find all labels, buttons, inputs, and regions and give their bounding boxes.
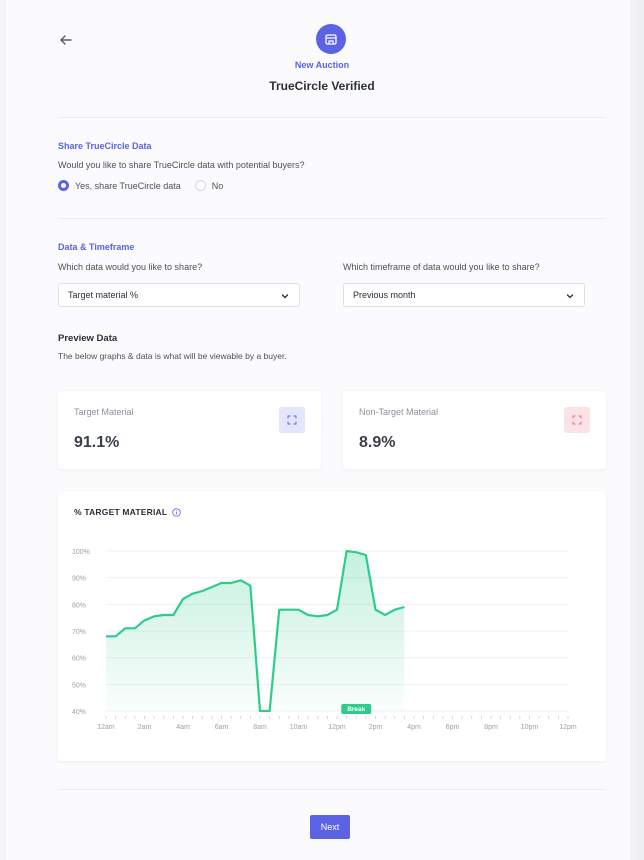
target-material-chart-card: % TARGET MATERIAL 40% 50% 60% 70% 80% 90% 100%…: [58, 491, 606, 761]
y-tick-label: 90%: [72, 576, 86, 583]
y-tick-label: 70%: [72, 629, 86, 636]
y-tick-label: 40%: [72, 709, 86, 716]
share-heading: Share TrueCircle Data: [58, 141, 152, 151]
target-material-value: 91.1%: [74, 434, 120, 451]
radio-no[interactable]: [194, 180, 206, 191]
preview-subtitle: The below graphs & data is what will be …: [58, 351, 287, 361]
data-question: Which data would you like to share?: [58, 262, 203, 272]
y-tick-label: 60%: [72, 656, 86, 663]
divider: [58, 117, 606, 118]
store-icon: [325, 34, 337, 45]
x-tick-label: 6am: [215, 724, 229, 731]
back-arrow-icon[interactable]: [58, 32, 74, 48]
y-tick-label: 100%: [72, 549, 90, 556]
x-tick-label: 12pm: [559, 724, 577, 731]
data-select-value: Target material %: [68, 290, 139, 300]
break-label: Break: [347, 706, 365, 713]
share-question: Would you like to share TrueCircle data …: [58, 160, 305, 170]
x-tick-label: 2pm: [369, 724, 383, 731]
x-tick-label: 10pm: [521, 724, 539, 731]
non-target-material-label: Non-Target Material: [359, 407, 439, 417]
expand-button[interactable]: [564, 407, 590, 433]
x-tick-label: 2am: [138, 724, 152, 731]
store-logo: [316, 24, 346, 54]
x-tick-label: 4pm: [407, 724, 421, 731]
data-timeframe-heading: Data & Timeframe: [58, 242, 135, 252]
y-tick-label: 50%: [72, 682, 86, 689]
non-target-material-value: 8.9%: [359, 434, 396, 451]
non-target-material-card: Non-Target Material 8.9%: [343, 391, 606, 469]
chevron-down-icon: [281, 294, 289, 299]
x-tick-label: 8pm: [484, 724, 498, 731]
expand-icon: [572, 415, 582, 425]
divider: [58, 789, 606, 790]
x-tick-label: 8am: [253, 724, 267, 731]
divider: [58, 218, 606, 219]
target-material-label: Target Material: [74, 407, 134, 417]
right-edge-strip: [630, 0, 644, 860]
data-select[interactable]: Target material %: [58, 283, 300, 307]
x-tick-label: 4am: [176, 724, 190, 731]
area-chart: 40% 50% 60% 70% 80% 90% 100% 12am 2am 4am 6am 8am 10…: [72, 549, 577, 731]
share-radio-group: Yes, share TrueCircle data No: [58, 180, 223, 191]
expand-icon: [287, 415, 297, 425]
timeframe-question: Which timeframe of data would you like t…: [343, 262, 540, 272]
expand-button[interactable]: [279, 407, 305, 433]
x-tick-label: 12pm: [328, 724, 346, 731]
x-tick-label: 6pm: [446, 724, 460, 731]
next-button[interactable]: Next: [310, 815, 350, 839]
page-title: TrueCircle Verified: [269, 79, 375, 93]
timeframe-select-value: Previous month: [353, 290, 416, 300]
x-tick-label: 10am: [290, 724, 308, 731]
radio-yes-label[interactable]: Yes, share TrueCircle data: [75, 181, 181, 191]
target-material-card: Target Material 91.1%: [58, 391, 321, 469]
preview-title: Preview Data: [58, 333, 118, 344]
y-tick-label: 80%: [72, 602, 86, 609]
radio-no-label[interactable]: No: [212, 181, 224, 191]
header-subtitle: New Auction: [294, 60, 350, 70]
x-tick-label: 12am: [97, 724, 115, 731]
timeframe-select[interactable]: Previous month: [343, 283, 585, 307]
chevron-down-icon: [566, 294, 574, 299]
radio-yes[interactable]: [58, 180, 69, 191]
